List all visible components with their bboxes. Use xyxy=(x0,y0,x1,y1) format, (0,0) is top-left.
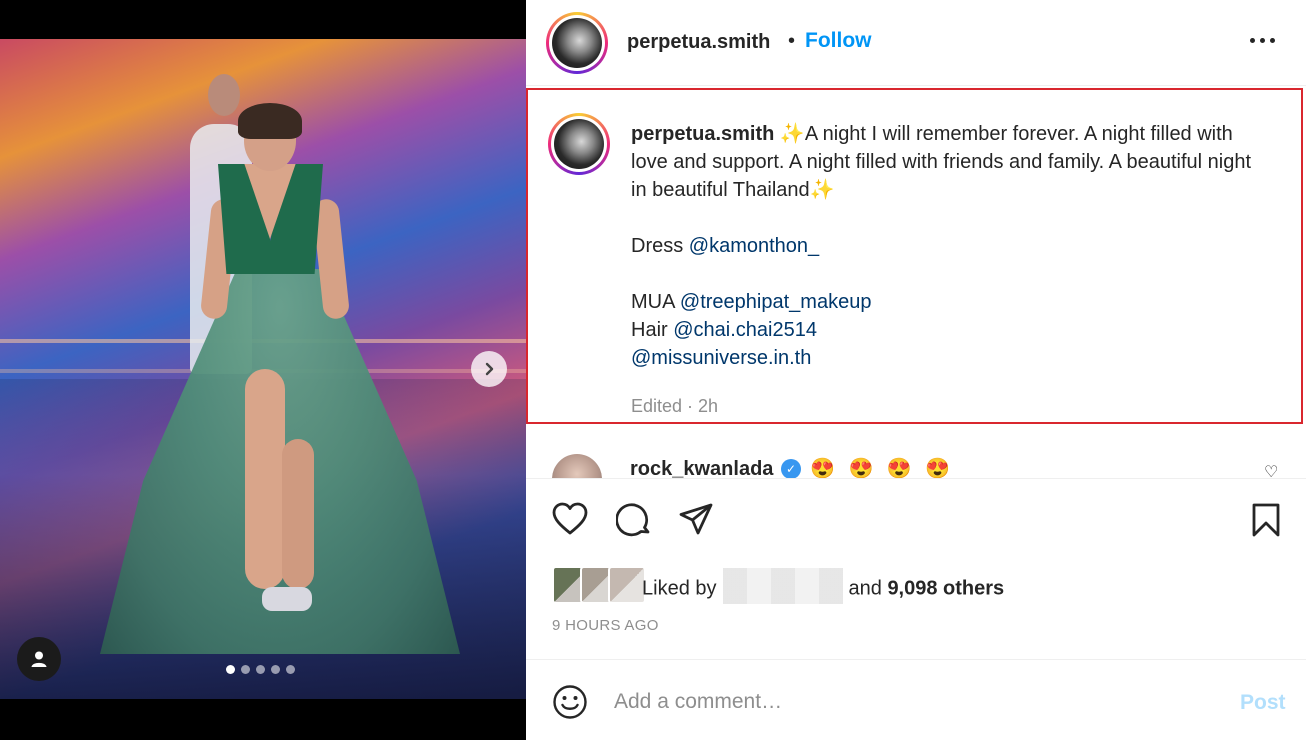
tagged-users-button[interactable] xyxy=(17,637,61,681)
send-icon xyxy=(679,503,713,535)
share-button[interactable] xyxy=(678,502,714,543)
post-header: perpetua.smith • Follow xyxy=(526,0,1306,86)
sparkles-icon: ✨ xyxy=(809,179,835,201)
likes-count-link[interactable]: 9,098 others xyxy=(887,577,1004,599)
post-panel: perpetua.smith • Follow perpetua.smith ✨… xyxy=(526,0,1306,740)
carousel-next-button[interactable] xyxy=(471,351,507,387)
caption-highlight: perpetua.smith ✨A night I will remember … xyxy=(526,88,1303,424)
comment-input[interactable] xyxy=(614,684,1204,720)
liked-by-text: Liked by and 9,098 others xyxy=(642,568,1004,604)
like-button[interactable] xyxy=(552,502,588,541)
caption-avatar[interactable] xyxy=(548,113,610,175)
avatar xyxy=(608,566,646,604)
comment-button[interactable] xyxy=(615,502,652,543)
comment-icon xyxy=(615,503,650,537)
mention-link[interactable]: @treephipat_makeup xyxy=(680,291,872,313)
carousel-dot xyxy=(256,665,265,674)
heart-icon[interactable]: ♡ xyxy=(1264,462,1278,478)
post-timestamp[interactable]: 9 HOURS AGO xyxy=(552,617,659,634)
mua-label: MUA xyxy=(631,291,675,313)
comment-text: 😍 😍 😍 😍 xyxy=(810,458,955,479)
follow-button[interactable]: Follow xyxy=(805,29,872,53)
mention-link[interactable]: @chai.chai2514 xyxy=(673,319,817,341)
author-avatar[interactable] xyxy=(546,12,608,74)
commenter-avatar[interactable] xyxy=(552,454,602,478)
post-comment-button[interactable]: Post xyxy=(1240,691,1286,715)
carousel-dot xyxy=(226,665,235,674)
commenter-username[interactable]: rock_kwanlada xyxy=(630,458,773,478)
user-icon xyxy=(31,651,47,667)
carousel-dot xyxy=(241,665,250,674)
caption-text: perpetua.smith ✨A night I will remember … xyxy=(631,120,1271,372)
blurred-username[interactable] xyxy=(722,568,843,604)
carousel-dot xyxy=(286,665,295,674)
carousel-dot xyxy=(271,665,280,674)
caption-username[interactable]: perpetua.smith xyxy=(631,123,774,145)
separator-dot: • xyxy=(788,30,796,52)
smiley-icon xyxy=(553,685,587,719)
dress-label: Dress xyxy=(631,235,684,257)
caption-meta: Edited · 2h xyxy=(631,396,719,416)
likes-summary: Liked by and 9,098 others xyxy=(552,566,1292,610)
comment-composer: Post xyxy=(526,659,1306,740)
carousel-indicator xyxy=(226,665,295,674)
more-options-icon[interactable] xyxy=(1250,38,1275,43)
mention-link[interactable]: @missuniverse.in.th xyxy=(631,347,811,369)
hair-label: Hair xyxy=(631,319,668,341)
bookmark-icon xyxy=(1252,503,1280,537)
action-bar xyxy=(526,480,1306,560)
chevron-right-icon xyxy=(485,362,494,376)
liker-avatars[interactable] xyxy=(552,566,646,604)
sparkles-icon: ✨ xyxy=(779,123,805,145)
mention-link[interactable]: @kamonthon_ xyxy=(689,235,819,257)
comment-item: rock_kwanlada ✓ 😍 😍 😍 😍 ♡ xyxy=(526,426,1306,479)
author-username[interactable]: perpetua.smith xyxy=(627,31,770,54)
post-photo[interactable] xyxy=(0,39,526,699)
emoji-button[interactable] xyxy=(552,684,588,725)
verified-badge-icon: ✓ xyxy=(781,459,801,478)
save-button[interactable] xyxy=(1250,502,1282,543)
post-media xyxy=(0,0,526,740)
heart-icon xyxy=(552,502,588,535)
